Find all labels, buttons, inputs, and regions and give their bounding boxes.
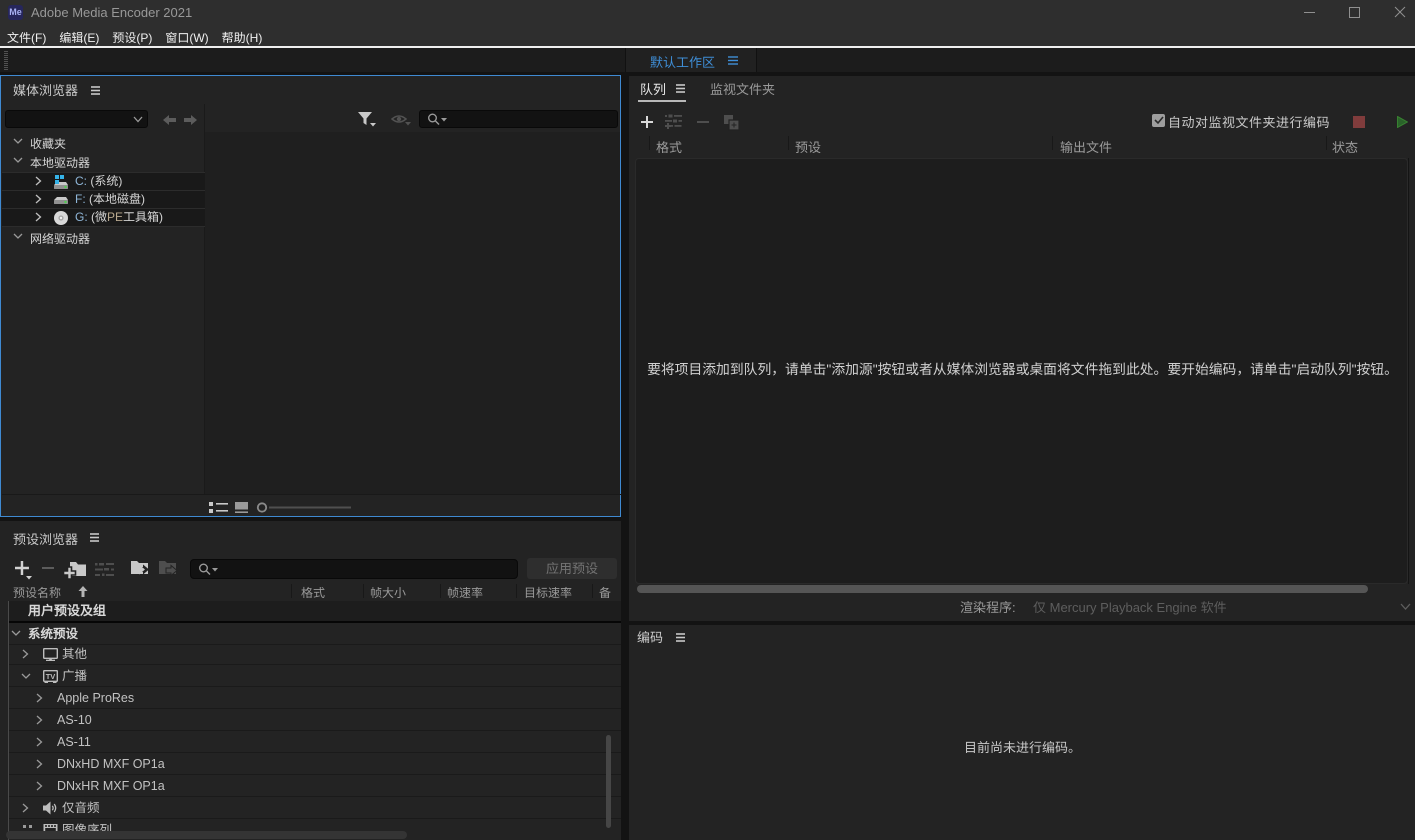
svg-text:TV: TV	[46, 672, 56, 681]
